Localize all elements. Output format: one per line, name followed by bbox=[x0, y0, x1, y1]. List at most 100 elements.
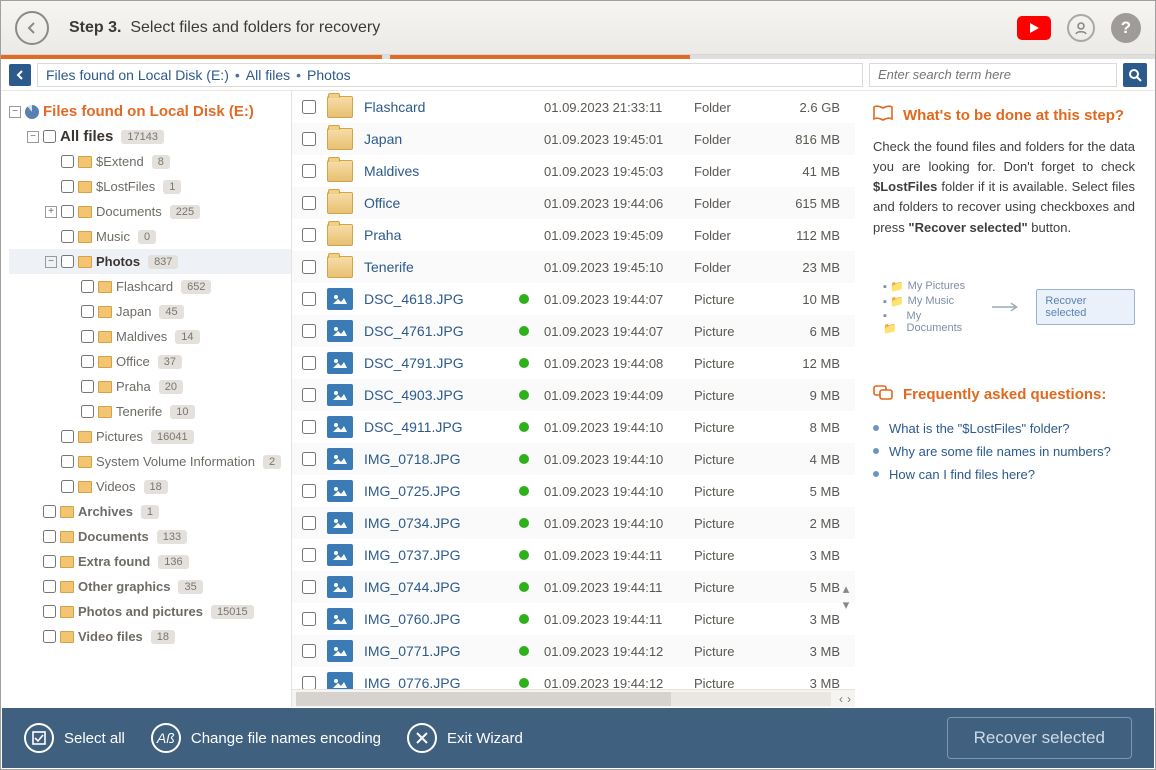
row-checkbox[interactable] bbox=[302, 580, 316, 594]
tree-checkbox[interactable] bbox=[81, 405, 94, 418]
file-row[interactable]: IMG_0725.JPG01.09.2023 19:44:10Picture5 … bbox=[292, 475, 855, 507]
faq-link[interactable]: How can I find files here? bbox=[873, 463, 1135, 486]
row-checkbox[interactable] bbox=[302, 132, 316, 146]
file-row[interactable]: DSC_4911.JPG01.09.2023 19:44:10Picture8 … bbox=[292, 411, 855, 443]
expander-icon[interactable] bbox=[45, 231, 57, 243]
file-row[interactable]: Japan01.09.2023 19:45:01Folder816 MB bbox=[292, 123, 855, 155]
tree-item[interactable]: Maldives14 bbox=[9, 324, 291, 349]
tree-checkbox[interactable] bbox=[81, 330, 94, 343]
tree-checkbox[interactable] bbox=[43, 580, 56, 593]
tree-category[interactable]: Extra found136 bbox=[9, 549, 291, 574]
breadcrumb[interactable]: Files found on Local Disk (E:) • All fil… bbox=[37, 63, 863, 87]
expander-icon[interactable] bbox=[45, 431, 57, 443]
tree-item[interactable]: $Extend8 bbox=[9, 149, 291, 174]
tree-root[interactable]: − Files found on Local Disk (E:) bbox=[9, 99, 291, 124]
horizontal-scrollbar[interactable]: ‹ › bbox=[292, 689, 855, 707]
tree-category[interactable]: Video files18 bbox=[9, 624, 291, 649]
file-row[interactable]: DSC_4791.JPG01.09.2023 19:44:08Picture12… bbox=[292, 347, 855, 379]
tree-checkbox[interactable] bbox=[61, 480, 74, 493]
file-row[interactable]: IMG_0760.JPG01.09.2023 19:44:11Picture3 … bbox=[292, 603, 855, 635]
file-row[interactable]: IMG_0776.JPG01.09.2023 19:44:12Picture3 … bbox=[292, 667, 855, 689]
search-button[interactable] bbox=[1123, 63, 1147, 87]
row-checkbox[interactable] bbox=[302, 100, 316, 114]
row-checkbox[interactable] bbox=[302, 228, 316, 242]
tree-item[interactable]: Music0 bbox=[9, 224, 291, 249]
row-checkbox[interactable] bbox=[302, 324, 316, 338]
vertical-scrollbar[interactable]: ▴▾ bbox=[838, 581, 854, 613]
file-row[interactable]: IMG_0737.JPG01.09.2023 19:44:11Picture3 … bbox=[292, 539, 855, 571]
tree-checkbox[interactable] bbox=[81, 380, 94, 393]
tree-checkbox[interactable] bbox=[61, 205, 74, 218]
file-row[interactable]: DSC_4761.JPG01.09.2023 19:44:07Picture6 … bbox=[292, 315, 855, 347]
tree-category[interactable]: Other graphics35 bbox=[9, 574, 291, 599]
file-row[interactable]: Flashcard01.09.2023 21:33:11Folder2.6 GB bbox=[292, 91, 855, 123]
row-checkbox[interactable] bbox=[302, 612, 316, 626]
tree-checkbox[interactable] bbox=[81, 305, 94, 318]
row-checkbox[interactable] bbox=[302, 292, 316, 306]
tree-checkbox[interactable] bbox=[43, 530, 56, 543]
tree-item[interactable]: +Documents225 bbox=[9, 199, 291, 224]
tree-item[interactable]: Flashcard652 bbox=[9, 274, 291, 299]
tree-checkbox[interactable] bbox=[61, 230, 74, 243]
search-input[interactable] bbox=[869, 63, 1117, 87]
expander-icon[interactable]: + bbox=[45, 206, 57, 218]
tree-category[interactable]: Photos and pictures15015 bbox=[9, 599, 291, 624]
tree-item[interactable]: Japan45 bbox=[9, 299, 291, 324]
folder-tree[interactable]: − Files found on Local Disk (E:) − All f… bbox=[1, 91, 291, 707]
row-checkbox[interactable] bbox=[302, 260, 316, 274]
row-checkbox[interactable] bbox=[302, 196, 316, 210]
tree-category[interactable]: Documents133 bbox=[9, 524, 291, 549]
row-checkbox[interactable] bbox=[302, 548, 316, 562]
tree-item[interactable]: Pictures16041 bbox=[9, 424, 291, 449]
file-row[interactable]: IMG_0744.JPG01.09.2023 19:44:11Picture5 … bbox=[292, 571, 855, 603]
tree-checkbox[interactable] bbox=[43, 630, 56, 643]
expander-icon[interactable]: − bbox=[45, 256, 57, 268]
tree-item[interactable]: Praha20 bbox=[9, 374, 291, 399]
faq-link[interactable]: What is the "$LostFiles" folder? bbox=[873, 417, 1135, 440]
expander-icon[interactable] bbox=[45, 156, 57, 168]
back-button[interactable] bbox=[15, 11, 49, 45]
encoding-button[interactable]: Aß Change file names encoding bbox=[151, 723, 381, 753]
file-row[interactable]: Tenerife01.09.2023 19:45:10Folder23 MB bbox=[292, 251, 855, 283]
row-checkbox[interactable] bbox=[302, 484, 316, 498]
row-checkbox[interactable] bbox=[302, 676, 316, 689]
tree-checkbox[interactable] bbox=[81, 355, 94, 368]
row-checkbox[interactable] bbox=[302, 644, 316, 658]
file-row[interactable]: IMG_0718.JPG01.09.2023 19:44:10Picture4 … bbox=[292, 443, 855, 475]
tree-checkbox[interactable] bbox=[61, 455, 74, 468]
expander-icon[interactable]: − bbox=[27, 131, 39, 143]
scroll-left-icon[interactable]: ‹ bbox=[839, 692, 843, 706]
row-checkbox[interactable] bbox=[302, 164, 316, 178]
select-all-button[interactable]: Select all bbox=[24, 723, 125, 753]
account-icon[interactable] bbox=[1067, 14, 1095, 42]
file-row[interactable]: DSC_4618.JPG01.09.2023 19:44:07Picture10… bbox=[292, 283, 855, 315]
row-checkbox[interactable] bbox=[302, 420, 316, 434]
faq-link[interactable]: Why are some file names in numbers? bbox=[873, 440, 1135, 463]
tree-checkbox[interactable] bbox=[43, 555, 56, 568]
row-checkbox[interactable] bbox=[302, 452, 316, 466]
expander-icon[interactable] bbox=[45, 456, 57, 468]
scroll-right-icon[interactable]: › bbox=[847, 692, 851, 706]
tree-checkbox[interactable] bbox=[61, 155, 74, 168]
tree-checkbox[interactable] bbox=[43, 130, 56, 143]
row-checkbox[interactable] bbox=[302, 356, 316, 370]
file-row[interactable]: Office01.09.2023 19:44:06Folder615 MB bbox=[292, 187, 855, 219]
tree-checkbox[interactable] bbox=[61, 180, 74, 193]
tree-checkbox[interactable] bbox=[61, 255, 74, 268]
expander-icon[interactable]: − bbox=[9, 106, 21, 118]
file-row[interactable]: IMG_0734.JPG01.09.2023 19:44:10Picture2 … bbox=[292, 507, 855, 539]
help-button[interactable]: ? bbox=[1111, 13, 1141, 43]
tree-allfiles[interactable]: − All files 17143 bbox=[9, 124, 291, 149]
youtube-icon[interactable] bbox=[1017, 16, 1051, 40]
tree-checkbox[interactable] bbox=[43, 605, 56, 618]
file-row[interactable]: Maldives01.09.2023 19:45:03Folder41 MB bbox=[292, 155, 855, 187]
tree-item[interactable]: Videos18 bbox=[9, 474, 291, 499]
row-checkbox[interactable] bbox=[302, 516, 316, 530]
file-row[interactable]: IMG_0771.JPG01.09.2023 19:44:12Picture3 … bbox=[292, 635, 855, 667]
tree-item[interactable]: Office37 bbox=[9, 349, 291, 374]
tree-checkbox[interactable] bbox=[61, 430, 74, 443]
tree-item[interactable]: $LostFiles1 bbox=[9, 174, 291, 199]
exit-wizard-button[interactable]: Exit Wizard bbox=[407, 723, 523, 753]
expander-icon[interactable] bbox=[45, 181, 57, 193]
tree-category[interactable]: Archives1 bbox=[9, 499, 291, 524]
